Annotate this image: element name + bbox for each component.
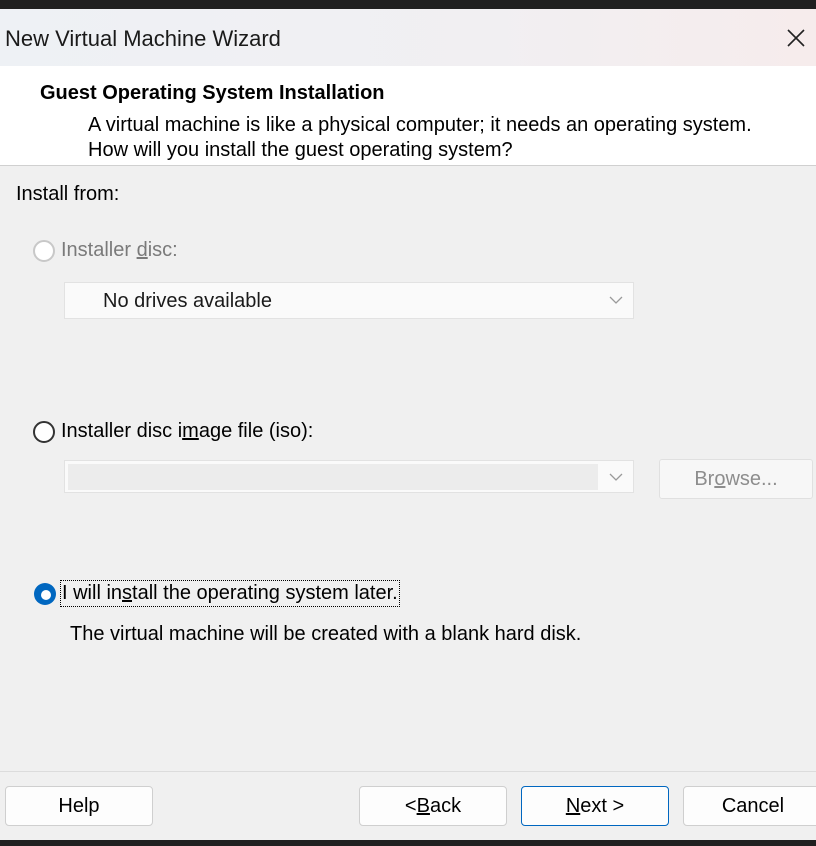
chevron-down-icon — [609, 473, 623, 481]
page-description: A virtual machine is like a physical com… — [88, 114, 752, 161]
footer-divider — [0, 771, 816, 772]
install-later-radio[interactable] — [34, 582, 56, 605]
iso-path-combo[interactable] — [64, 460, 634, 493]
chevron-down-icon — [609, 296, 623, 304]
iso-label: Installer disc image file (iso): — [61, 420, 314, 442]
close-icon — [787, 29, 805, 47]
install-later-option[interactable]: I will install the operating system late… — [34, 580, 400, 607]
install-from-label: Install from: — [16, 183, 120, 205]
installer-disc-radio[interactable] — [33, 239, 55, 262]
window-title: New Virtual Machine Wizard — [5, 26, 281, 51]
page-title: Guest Operating System Installation — [40, 82, 385, 104]
top-strip — [0, 0, 816, 9]
title-bar[interactable]: New Virtual Machine Wizard — [0, 9, 816, 66]
installer-disc-option[interactable]: Installer disc: — [33, 239, 178, 262]
iso-path-input[interactable] — [68, 464, 598, 490]
installer-disc-dropdown-value: No drives available — [103, 290, 272, 312]
installer-disc-label: Installer disc: — [61, 239, 178, 261]
next-button[interactable]: Next > — [521, 786, 669, 826]
iso-option[interactable]: Installer disc image file (iso): — [33, 420, 313, 443]
help-button[interactable]: Help — [5, 786, 153, 826]
iso-radio[interactable] — [33, 420, 55, 443]
installer-disc-dropdown[interactable]: No drives available — [64, 282, 634, 319]
back-button[interactable]: < Back — [359, 786, 507, 826]
close-button[interactable] — [770, 9, 816, 66]
wizard-window: New Virtual Machine Wizard Guest Operati… — [0, 9, 816, 840]
install-later-description: The virtual machine will be created with… — [70, 623, 582, 645]
cancel-button[interactable]: Cancel — [683, 786, 816, 826]
wizard-header: Guest Operating System Installation A vi… — [0, 66, 816, 166]
install-later-label: I will install the operating system late… — [60, 580, 400, 607]
browse-button[interactable]: Br o wse... — [659, 459, 813, 499]
